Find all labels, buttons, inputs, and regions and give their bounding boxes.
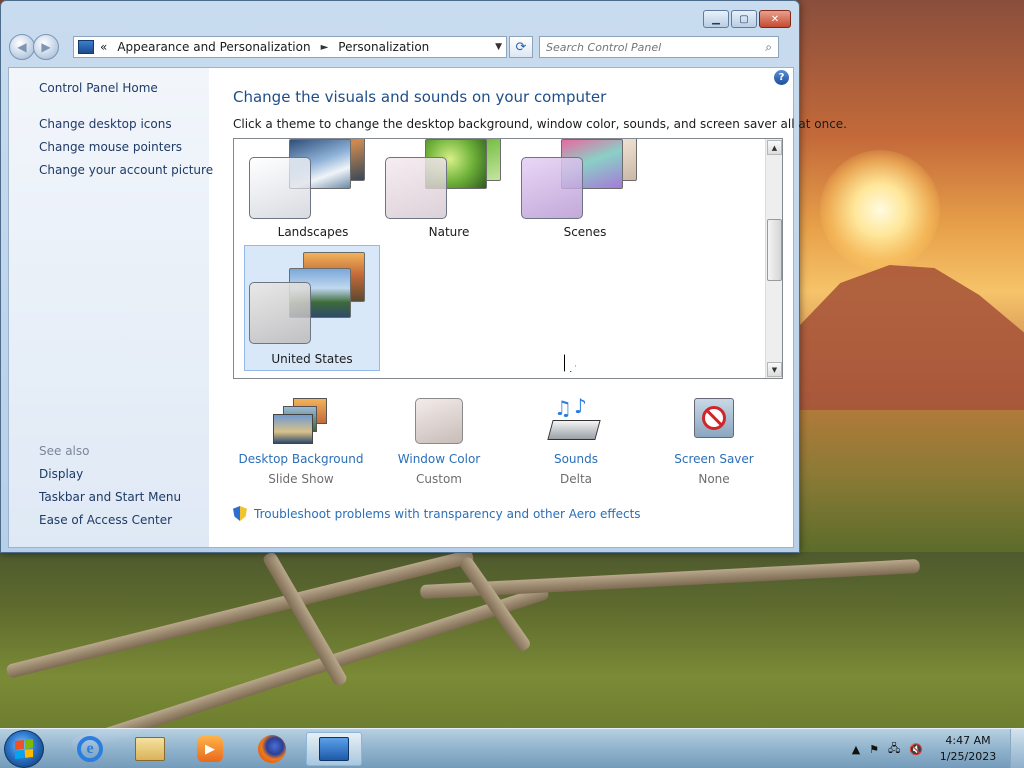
theme-label: Nature (428, 225, 470, 239)
action-center-flag-icon[interactable]: ⚑ (869, 743, 879, 756)
windows-explorer-icon[interactable] (122, 732, 178, 766)
screen-saver-icon (684, 396, 744, 446)
control-panel-icon (319, 737, 349, 761)
window-color-setting[interactable]: Window Color Custom (371, 396, 507, 486)
taskbar-start-menu-link[interactable]: Taskbar and Start Menu (39, 490, 181, 504)
wallpaper-sun (820, 150, 940, 270)
theme-glass-swatch (385, 157, 447, 219)
window-color-value: Custom (416, 472, 462, 486)
system-tray: ▲ ⚑ 🖧 🔇 4:47 AM 1/25/2023 (852, 729, 1024, 768)
window-color-icon (409, 396, 469, 446)
show-desktop-button[interactable] (1010, 729, 1024, 768)
maximize-button[interactable]: ▢ (731, 10, 757, 28)
back-button[interactable]: ◀ (9, 34, 35, 60)
breadcrumb-separator-icon[interactable]: ► (321, 42, 329, 53)
troubleshoot-link[interactable]: Troubleshoot problems with transparency … (233, 506, 641, 521)
network-icon[interactable]: 🖧 (888, 740, 900, 759)
search-input[interactable] (546, 40, 766, 54)
ease-of-access-link[interactable]: Ease of Access Center (39, 513, 172, 527)
help-icon[interactable]: ? (774, 70, 789, 85)
clock-time: 4:47 AM (945, 734, 991, 747)
theme-landscapes[interactable]: Landscapes (245, 139, 381, 239)
change-account-picture-link[interactable]: Change your account picture (39, 163, 213, 177)
clock[interactable]: 4:47 AM 1/25/2023 (932, 733, 1004, 765)
troubleshoot-label[interactable]: Troubleshoot problems with transparency … (254, 507, 641, 521)
screen-saver-label[interactable]: Screen Saver (646, 452, 782, 466)
breadcrumb-appearance[interactable]: Appearance and Personalization (117, 40, 310, 54)
desktop-background-icon (271, 396, 331, 446)
control-panel-home-link[interactable]: Control Panel Home (39, 81, 158, 95)
sounds-label[interactable]: Sounds (508, 452, 644, 466)
screen-saver-setting[interactable]: Screen Saver None (646, 396, 782, 486)
control-panel-taskbar-button[interactable] (306, 732, 362, 766)
sounds-icon: ♫ ♪ (546, 394, 606, 446)
theme-united-states[interactable]: United States (244, 245, 380, 371)
display-link[interactable]: Display (39, 467, 83, 481)
screen-saver-value: None (698, 472, 730, 486)
address-dropdown-icon[interactable]: ▼ (495, 42, 502, 52)
desktop-background-setting[interactable]: Desktop Background Slide Show (233, 396, 369, 486)
personalization-window: ▁ ▢ ✕ ◀ ▶ « Appearance and Personalizati… (0, 0, 847, 553)
page-subtitle: Click a theme to change the desktop back… (233, 117, 847, 131)
see-also-label: See also (39, 444, 90, 458)
volume-muted-icon[interactable]: 🔇 (909, 743, 923, 756)
theme-list[interactable]: Landscapes Nature Scenes United States ▲… (233, 138, 783, 379)
breadcrumb-prefix[interactable]: « (100, 40, 107, 54)
control-panel-icon (78, 40, 94, 54)
sounds-setting[interactable]: ♫ ♪ Sounds Delta (508, 394, 644, 486)
refresh-button[interactable]: ⟳ (509, 36, 533, 58)
start-button[interactable] (4, 730, 44, 768)
scroll-down-button[interactable]: ▼ (767, 362, 782, 377)
theme-label: United States (271, 352, 353, 366)
minimize-button[interactable]: ▁ (703, 10, 729, 28)
change-desktop-icons-link[interactable]: Change desktop icons (39, 117, 172, 131)
theme-scenes[interactable]: Scenes (517, 139, 653, 239)
internet-explorer-icon[interactable]: e (62, 732, 118, 766)
theme-list-scrollbar[interactable]: ▲ ▼ (765, 139, 782, 378)
theme-glass-swatch (521, 157, 583, 219)
window-color-label[interactable]: Window Color (371, 452, 507, 466)
theme-label: Scenes (563, 225, 607, 239)
wallpaper-fence-area (0, 549, 1024, 753)
content-area: Control Panel Home Change desktop icons … (8, 67, 847, 548)
wallpaper-rail (5, 549, 475, 679)
windows-logo-icon (15, 739, 33, 759)
address-bar[interactable]: « Appearance and Personalization ► Perso… (73, 36, 507, 58)
search-box[interactable]: ⌕ (539, 36, 779, 58)
change-mouse-pointers-link[interactable]: Change mouse pointers (39, 140, 182, 154)
wallpaper-mountain (800, 265, 1024, 415)
scroll-up-button[interactable]: ▲ (767, 140, 782, 155)
theme-nature[interactable]: Nature (381, 139, 517, 239)
shield-icon (233, 506, 247, 521)
close-button[interactable]: ✕ (759, 10, 791, 28)
forward-button[interactable]: ▶ (33, 34, 59, 60)
firefox-icon[interactable] (244, 732, 300, 766)
caption-buttons: ▁ ▢ ✕ (703, 10, 791, 28)
theme-label: Landscapes (277, 225, 349, 239)
media-player-icon[interactable]: ▶ (182, 732, 238, 766)
clock-date: 1/25/2023 (939, 750, 997, 763)
navigation-bar: ◀ ▶ « Appearance and Personalization ► P… (9, 34, 793, 60)
left-pane: Control Panel Home Change desktop icons … (9, 68, 213, 547)
theme-glass-swatch (249, 157, 311, 219)
page-title: Change the visuals and sounds on your co… (233, 88, 607, 106)
desktop-background-label[interactable]: Desktop Background (233, 452, 369, 466)
scroll-thumb[interactable] (767, 219, 782, 281)
tray-overflow-icon[interactable]: ▲ (852, 743, 860, 756)
theme-glass-swatch (249, 282, 311, 344)
desktop-background-value: Slide Show (268, 472, 334, 486)
taskbar: e ▶ ▲ ⚑ 🖧 🔇 4:47 AM 1/25/2023 (0, 728, 1024, 768)
sounds-value: Delta (559, 472, 592, 486)
breadcrumb-personalization[interactable]: Personalization (338, 40, 429, 54)
search-icon[interactable]: ⌕ (765, 40, 772, 55)
